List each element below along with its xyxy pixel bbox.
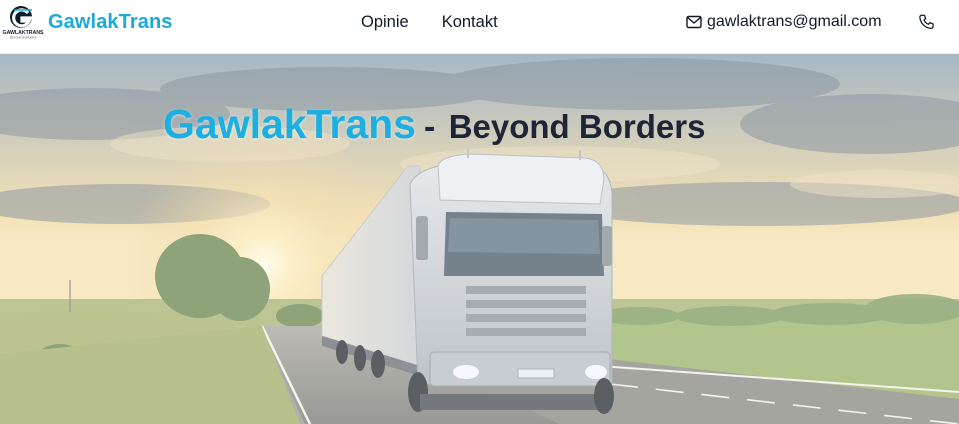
- nav-item-kontakt[interactable]: Kontakt: [442, 13, 498, 32]
- logo-subtext: BEYOND BORDERS: [10, 36, 37, 40]
- brand-name[interactable]: GawlakTrans: [48, 11, 173, 34]
- logo-link[interactable]: GAWLAKTRANS BEYOND BORDERS: [2, 4, 44, 40]
- email-text: gawlaktrans@gmail.com: [707, 13, 882, 30]
- nav-item-opinie[interactable]: Opinie: [361, 13, 409, 32]
- phone-icon: [919, 14, 934, 30]
- gawlaktrans-logo-icon: GAWLAKTRANS BEYOND BORDERS: [3, 6, 44, 40]
- main-nav: Opinie Kontakt: [361, 13, 498, 32]
- hero-title: GawlakTrans - Beyond Borders: [163, 101, 863, 147]
- hero-title-brand: GawlakTrans: [163, 101, 416, 147]
- hero-title-separator: -: [423, 108, 436, 146]
- hero-section: GawlakTrans - Beyond Borders: [0, 54, 959, 424]
- email-link[interactable]: gawlaktrans@gmail.com: [686, 13, 882, 31]
- mail-icon: [686, 15, 702, 29]
- hero-title-tagline: Beyond Borders: [448, 108, 706, 145]
- phone-link[interactable]: [918, 13, 936, 31]
- top-navbar: GAWLAKTRANS BEYOND BORDERS GawlakTrans O…: [0, 0, 959, 54]
